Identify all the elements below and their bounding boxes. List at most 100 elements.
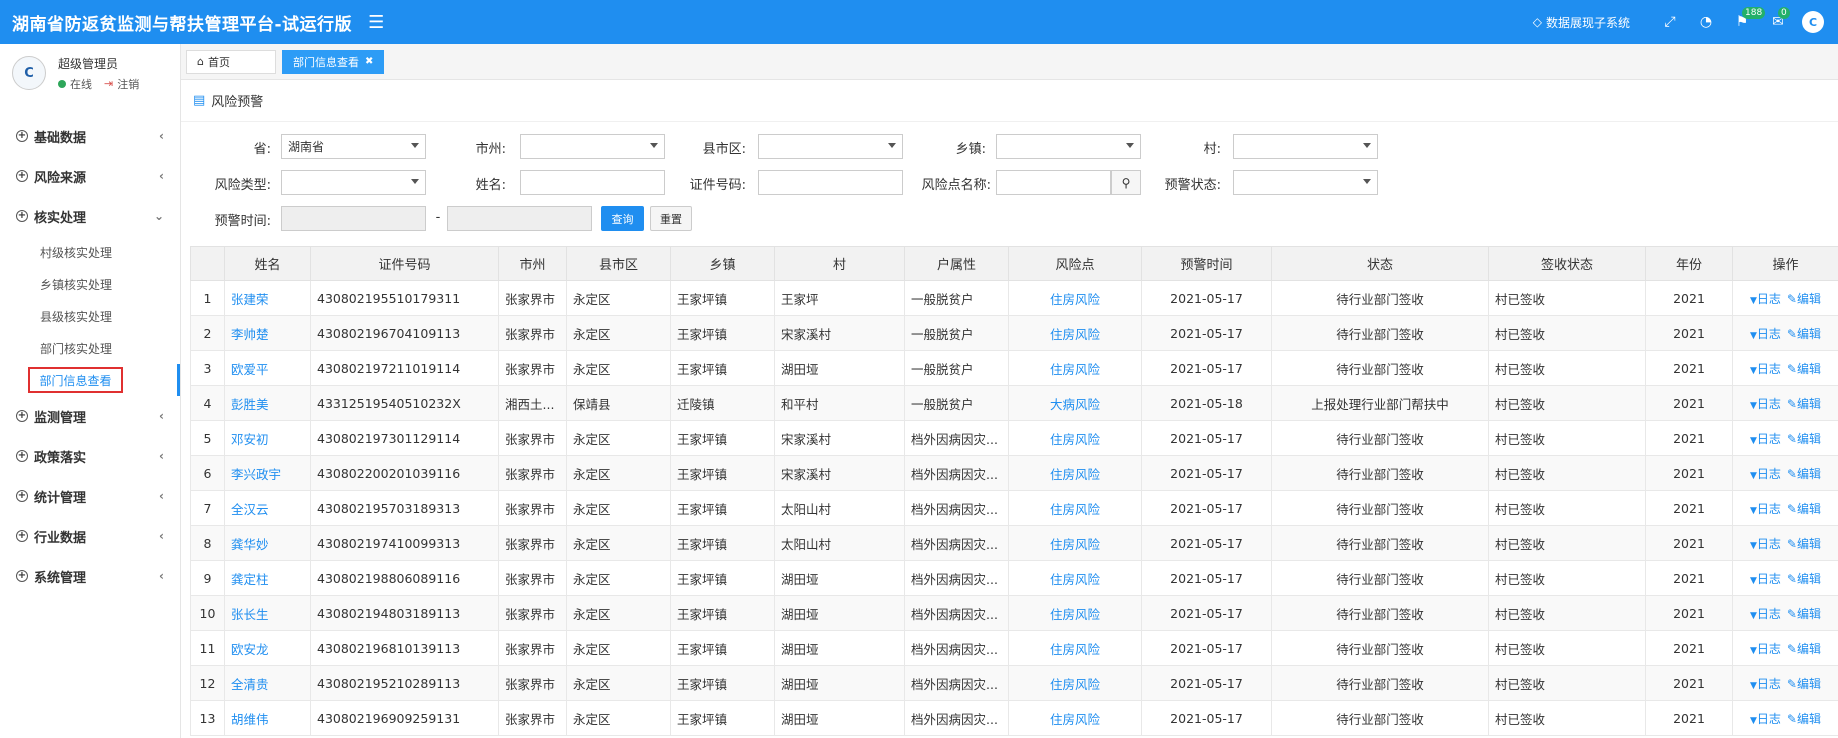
edit-button[interactable]: ✎编辑 — [1787, 677, 1821, 691]
sidebar-item-basic-data[interactable]: + 基础数据 ‹ — [0, 116, 180, 156]
table-row[interactable]: 4 彭胜美 43312519540510232X 湘西土... 保靖县 迁陵镇 和平村 一般脱… — [190, 385, 1838, 421]
table-row[interactable]: 12 全清贵 430802195210289113 张家界市 永定区 王家坪镇 湖田垭 档外因… — [190, 665, 1838, 701]
edit-button[interactable]: ✎编辑 — [1787, 502, 1821, 516]
town-select[interactable] — [996, 134, 1141, 159]
log-button[interactable]: ▼日志 — [1750, 677, 1781, 691]
table-row[interactable]: 3 欧爱平 430802197211019114 张家界市 永定区 王家坪镇 湖田垭 一般脱贫… — [190, 350, 1838, 386]
warn-time-start[interactable] — [281, 206, 426, 231]
risk-point-link[interactable]: 住房风险 — [1008, 700, 1142, 736]
table-row[interactable]: 11 欧安龙 430802196810139113 张家界市 永定区 王家坪镇 湖田垭 档外因… — [190, 630, 1838, 666]
id-input[interactable] — [758, 170, 903, 195]
name-link[interactable]: 龚定柱 — [224, 560, 311, 596]
edit-button[interactable]: ✎编辑 — [1787, 292, 1821, 306]
log-button[interactable]: ▼日志 — [1750, 327, 1781, 341]
risk-point-link[interactable]: 住房风险 — [1008, 455, 1142, 491]
risk-type-select[interactable] — [281, 170, 426, 195]
close-icon[interactable]: ✖ — [365, 56, 373, 67]
name-link[interactable]: 李兴政宇 — [224, 455, 311, 491]
logout-icon[interactable]: ⇥ — [104, 77, 113, 90]
name-input[interactable] — [520, 170, 665, 195]
name-link[interactable]: 李帅楚 — [224, 315, 311, 351]
sidebar-item-verify[interactable]: + 核实处理 ⌄ — [0, 196, 180, 236]
edit-button[interactable]: ✎编辑 — [1787, 327, 1821, 341]
table-row[interactable]: 7 全汉云 430802195703189313 张家界市 永定区 王家坪镇 太阳山村 档外因… — [190, 490, 1838, 526]
sidebar-subitem-dept-info[interactable]: 部门信息查看 — [0, 364, 180, 396]
risk-point-link[interactable]: 住房风险 — [1008, 525, 1142, 561]
edit-button[interactable]: ✎编辑 — [1787, 572, 1821, 586]
village-select[interactable] — [1233, 134, 1378, 159]
sidebar-subitem-town-verify[interactable]: 乡镇核实处理 — [0, 268, 180, 300]
name-link[interactable]: 邓安初 — [224, 420, 311, 456]
risk-point-input[interactable] — [996, 170, 1111, 195]
log-button[interactable]: ▼日志 — [1750, 292, 1781, 306]
notification-icon[interactable]: ⚑ 188 — [1724, 0, 1766, 44]
query-button[interactable]: 查询 — [601, 206, 644, 231]
table-row[interactable]: 10 张长生 430802194803189113 张家界市 永定区 王家坪镇 湖田垭 档外因… — [190, 595, 1838, 631]
table-row[interactable]: 9 龚定柱 430802198806089116 张家界市 永定区 王家坪镇 湖田垭 档外因病… — [190, 560, 1838, 596]
sidebar-subitem-village-verify[interactable]: 村级核实处理 — [0, 236, 180, 268]
table-row[interactable]: 2 李帅楚 430802196704109113 张家界市 永定区 王家坪镇 宋家溪村 一般脱… — [190, 315, 1838, 351]
fullscreen-icon[interactable]: ⤢ — [1652, 0, 1688, 44]
log-button[interactable]: ▼日志 — [1750, 642, 1781, 656]
tab-home[interactable]: ⌂ 首页 — [186, 49, 276, 74]
edit-button[interactable]: ✎编辑 — [1787, 397, 1821, 411]
log-button[interactable]: ▼日志 — [1750, 432, 1781, 446]
search-icon[interactable]: ⚲ — [1111, 170, 1141, 195]
log-button[interactable]: ▼日志 — [1750, 712, 1781, 726]
sidebar-item-risk-source[interactable]: + 风险来源 ‹ — [0, 156, 180, 196]
log-button[interactable]: ▼日志 — [1750, 607, 1781, 621]
edit-button[interactable]: ✎编辑 — [1787, 467, 1821, 481]
county-select[interactable] — [758, 134, 903, 159]
data-screen-link[interactable]: ◇ 数据展现子系统 — [1533, 14, 1630, 31]
name-link[interactable]: 欧爱平 — [224, 350, 311, 386]
sidebar-subitem-dept-verify[interactable]: 部门核实处理 — [0, 332, 180, 364]
warn-time-end[interactable] — [447, 206, 592, 231]
risk-point-link[interactable]: 住房风险 — [1008, 560, 1142, 596]
table-row[interactable]: 13 胡维伟 430802196909259131 张家界市 永定区 王家坪镇 湖田垭 档外因… — [190, 700, 1838, 736]
table-row[interactable]: 5 邓安初 430802197301129114 张家界市 永定区 王家坪镇 宋家溪村 档外因… — [190, 420, 1838, 456]
mail-icon[interactable]: ✉ 0 — [1760, 0, 1796, 44]
risk-point-link[interactable]: 住房风险 — [1008, 595, 1142, 631]
log-button[interactable]: ▼日志 — [1750, 362, 1781, 376]
dashboard-icon[interactable]: ◔ — [1688, 0, 1724, 44]
reset-button[interactable]: 重置 — [650, 206, 692, 231]
name-link[interactable]: 龚华妙 — [224, 525, 311, 561]
edit-button[interactable]: ✎编辑 — [1787, 362, 1821, 376]
edit-button[interactable]: ✎编辑 — [1787, 537, 1821, 551]
name-link[interactable]: 彭胜美 — [224, 385, 311, 421]
province-select[interactable]: 湖南省 — [281, 134, 426, 159]
sidebar-item-industry[interactable]: + 行业数据 ‹ — [0, 516, 180, 556]
risk-point-link[interactable]: 住房风险 — [1008, 490, 1142, 526]
sidebar-item-system[interactable]: + 系统管理 ‹ — [0, 556, 180, 596]
logout-link[interactable]: 注销 — [117, 76, 139, 92]
edit-button[interactable]: ✎编辑 — [1787, 642, 1821, 656]
tab-dept-info[interactable]: 部门信息查看 ✖ — [282, 49, 385, 74]
city-select[interactable] — [520, 134, 665, 159]
name-link[interactable]: 张建荣 — [224, 280, 311, 316]
risk-point-link[interactable]: 住房风险 — [1008, 315, 1142, 351]
log-button[interactable]: ▼日志 — [1750, 502, 1781, 516]
name-link[interactable]: 张长生 — [224, 595, 311, 631]
log-button[interactable]: ▼日志 — [1750, 572, 1781, 586]
log-button[interactable]: ▼日志 — [1750, 467, 1781, 481]
name-link[interactable]: 欧安龙 — [224, 630, 311, 666]
sidebar-item-statistics[interactable]: + 统计管理 ‹ — [0, 476, 180, 516]
risk-point-link[interactable]: 住房风险 — [1008, 665, 1142, 701]
warn-status-select[interactable] — [1233, 170, 1378, 195]
name-link[interactable]: 全汉云 — [224, 490, 311, 526]
risk-point-link[interactable]: 住房风险 — [1008, 630, 1142, 666]
sidebar-subitem-county-verify[interactable]: 县级核实处理 — [0, 300, 180, 332]
edit-button[interactable]: ✎编辑 — [1787, 607, 1821, 621]
sidebar-item-monitoring[interactable]: + 监测管理 ‹ — [0, 396, 180, 436]
name-link[interactable]: 全清贵 — [224, 665, 311, 701]
sidebar-item-policy[interactable]: + 政策落实 ‹ — [0, 436, 180, 476]
table-row[interactable]: 1 张建荣 430802195510179311 张家界市 永定区 王家坪镇 王家坪 一般脱贫… — [190, 280, 1838, 316]
name-link[interactable]: 胡维伟 — [224, 700, 311, 736]
table-row[interactable]: 6 李兴政宇 430802200201039116 张家界市 永定区 王家坪镇 宋家溪村 档外… — [190, 455, 1838, 491]
menu-toggle-icon[interactable]: ☰ — [368, 12, 384, 33]
top-avatar[interactable]: C — [1802, 11, 1824, 33]
edit-button[interactable]: ✎编辑 — [1787, 432, 1821, 446]
edit-button[interactable]: ✎编辑 — [1787, 712, 1821, 726]
risk-point-link[interactable]: 住房风险 — [1008, 350, 1142, 386]
table-row[interactable]: 8 龚华妙 430802197410099313 张家界市 永定区 王家坪镇 太阳山村 档外因… — [190, 525, 1838, 561]
